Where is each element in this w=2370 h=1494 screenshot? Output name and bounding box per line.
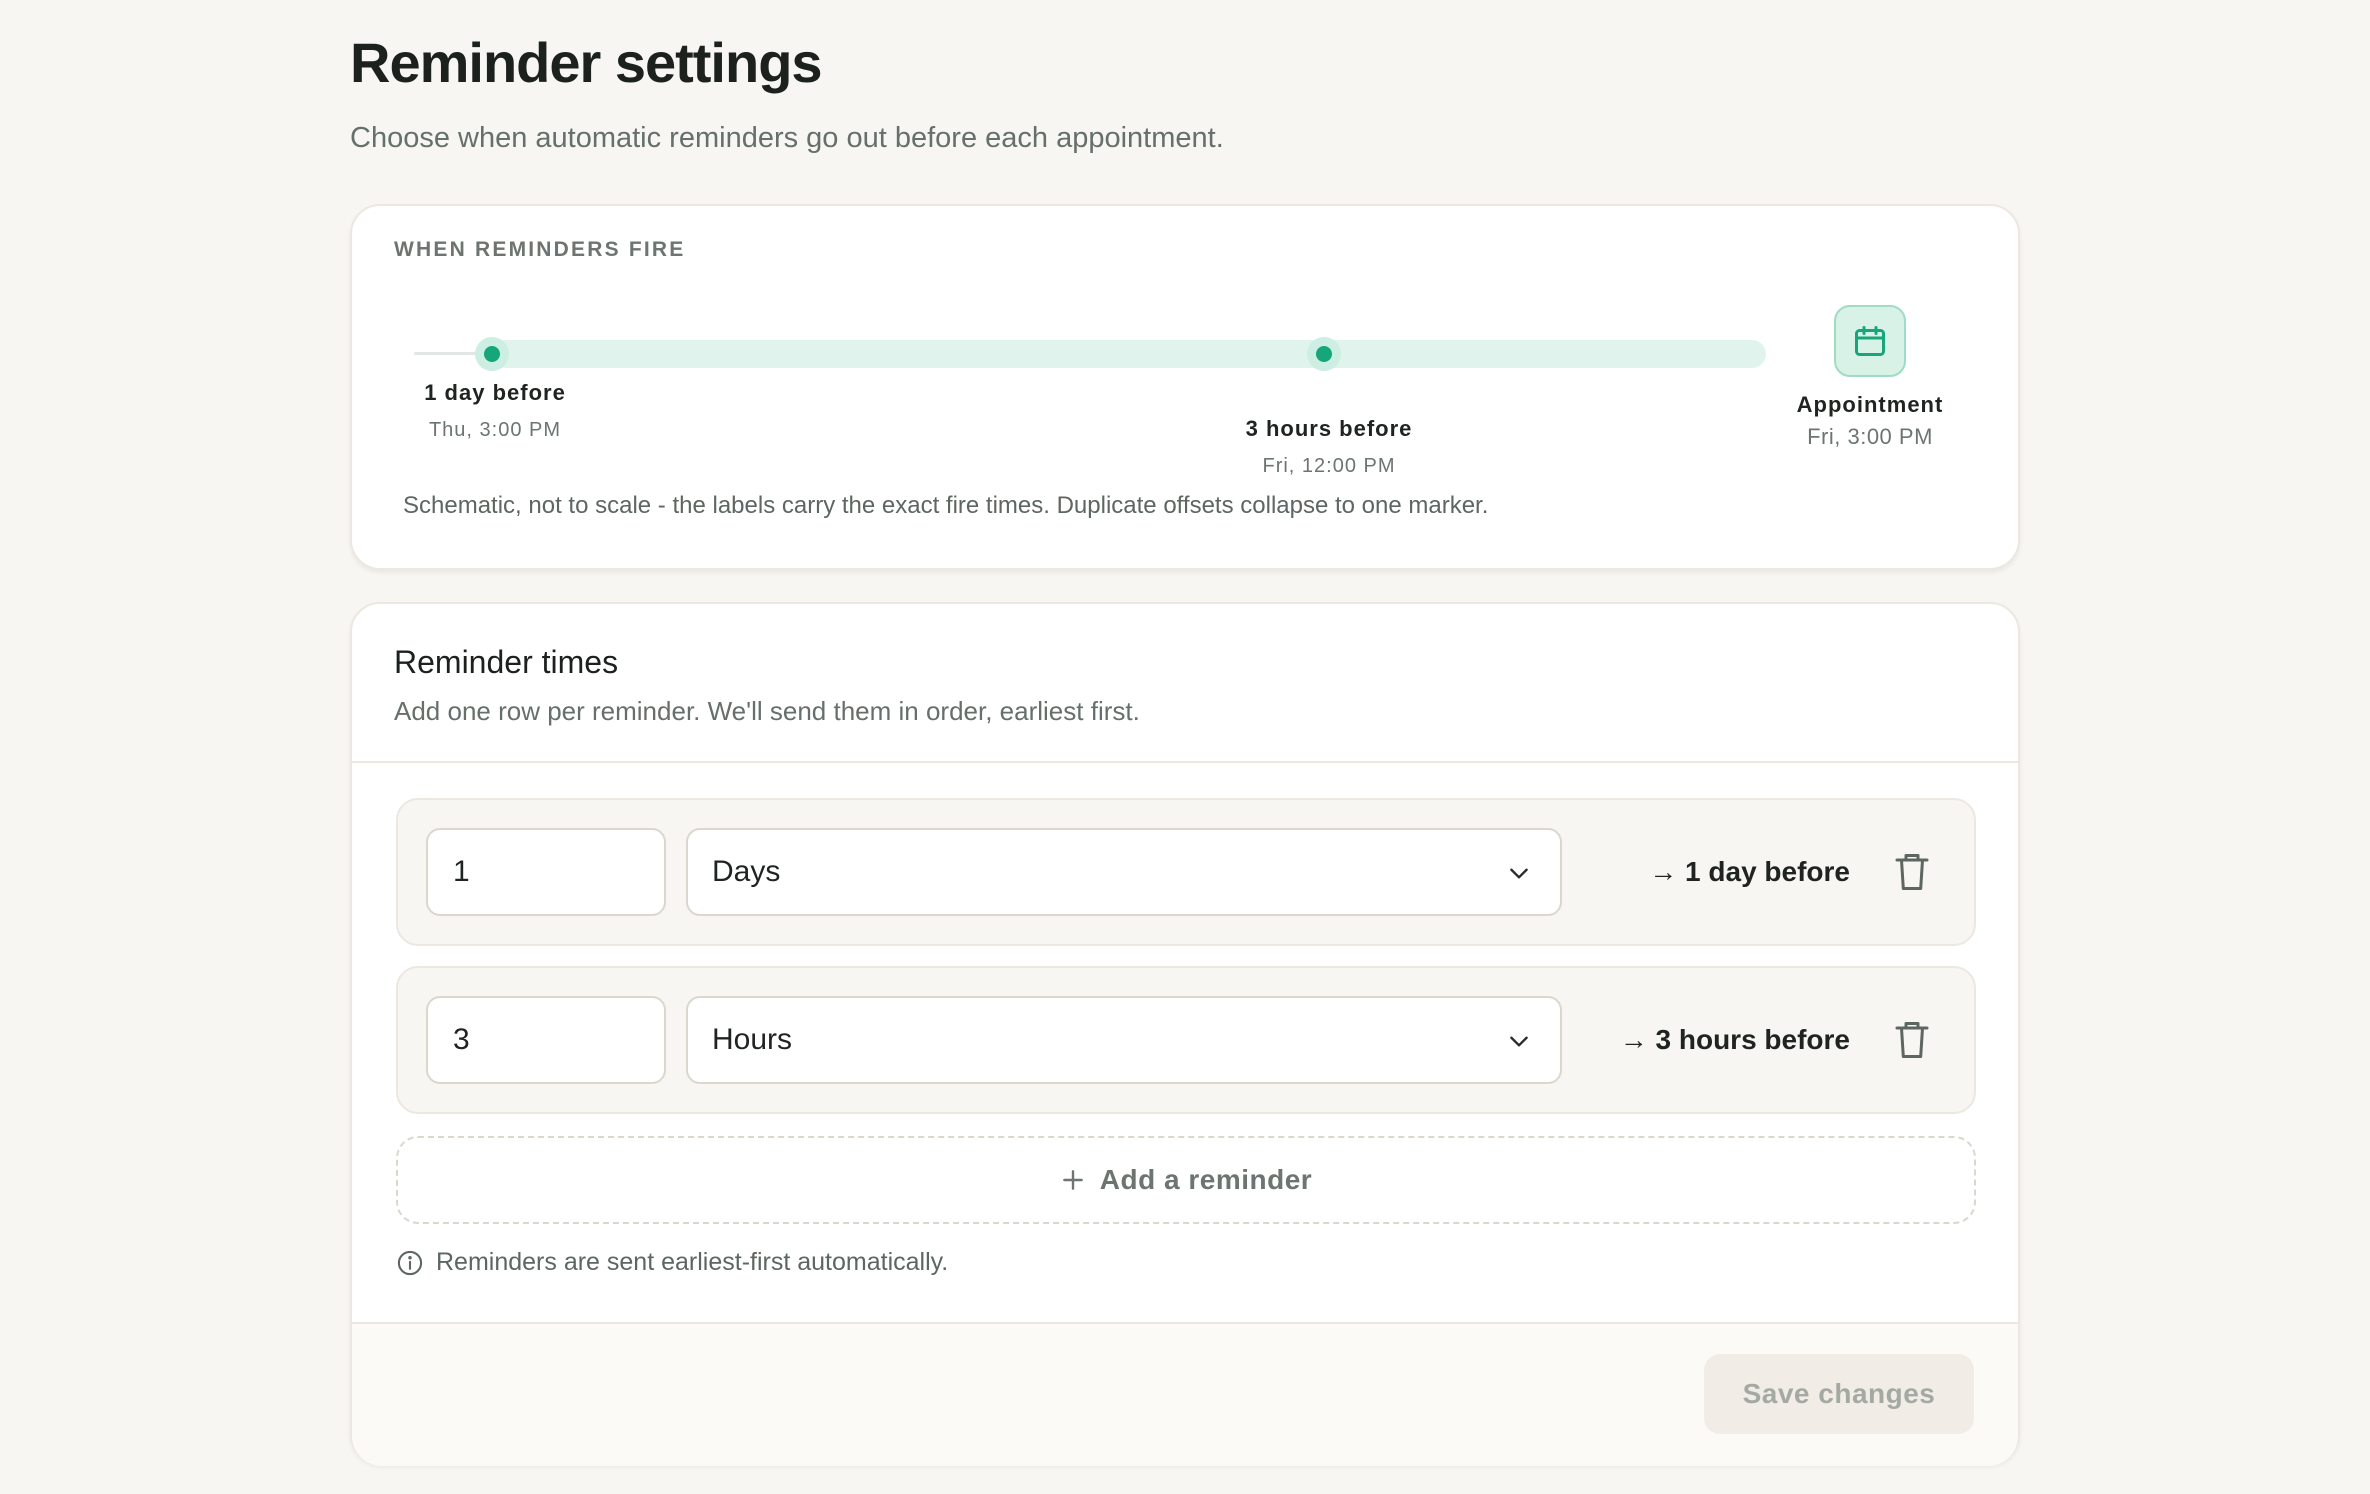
divider [352,761,2018,763]
add-reminder-button[interactable]: Add a reminder [396,1136,1976,1224]
card-footer: Save changes [352,1322,2018,1466]
timeline-marker-time: Fri, 12:00 PM [1262,455,1396,477]
appointment-label: Appointment [1796,392,1944,417]
appointment-time: Fri, 3:00 PM [1807,424,1933,449]
trash-icon[interactable] [1894,852,1930,892]
row-summary: → 3 hours before [1619,1024,1850,1055]
plus-icon [1062,1170,1083,1190]
section-title: Reminder times [394,644,619,680]
timeline-marker-3-hours [1307,337,1341,371]
reminder-times-card: Reminder times Add one row per reminder.… [350,602,2020,1466]
reminder-row: 1 Days → 1 day before [396,798,1976,946]
calendar-icon [1855,326,1885,356]
unit-select-value: Hours [712,1023,793,1056]
section-description: Add one row per reminder. We'll send the… [394,696,1140,726]
chevron-down-icon [1510,868,1528,879]
unit-select[interactable]: Hours [686,996,1562,1084]
add-reminder-label: Add a reminder [1099,1164,1313,1195]
timeline-heading: WHEN REMINDERS FIRE [394,238,686,261]
appointment-marker [1834,305,1906,377]
info-note: Reminders are sent earliest-first automa… [396,1248,948,1277]
page-title: Reminder settings [350,31,823,94]
unit-select[interactable]: Days [686,828,1562,916]
trash-icon[interactable] [1894,1020,1930,1060]
timeline-marker-time: Thu, 3:00 PM [428,419,562,441]
timeline-marker-label: 1 day before [424,380,566,405]
timeline-marker-1-day [475,337,509,371]
amount-input[interactable]: 3 [426,996,666,1084]
timeline-note: Schematic, not to scale - the labels car… [403,492,1489,519]
row-summary: → 1 day before [1649,856,1850,887]
timeline-track-fill [492,340,1766,368]
unit-select-value: Days [712,855,781,888]
save-button[interactable]: Save changes [1704,1354,1974,1434]
timeline-marker-label: 3 hours before [1245,416,1413,441]
page-subtitle: Choose when automatic reminders go out b… [350,122,1224,154]
info-icon [397,1250,423,1275]
reminder-row: 3 Hours → 3 hours before [396,966,1976,1114]
chevron-down-icon [1510,1036,1528,1047]
info-text: Reminders are sent earliest-first automa… [436,1248,949,1276]
amount-input[interactable]: 1 [426,828,666,916]
